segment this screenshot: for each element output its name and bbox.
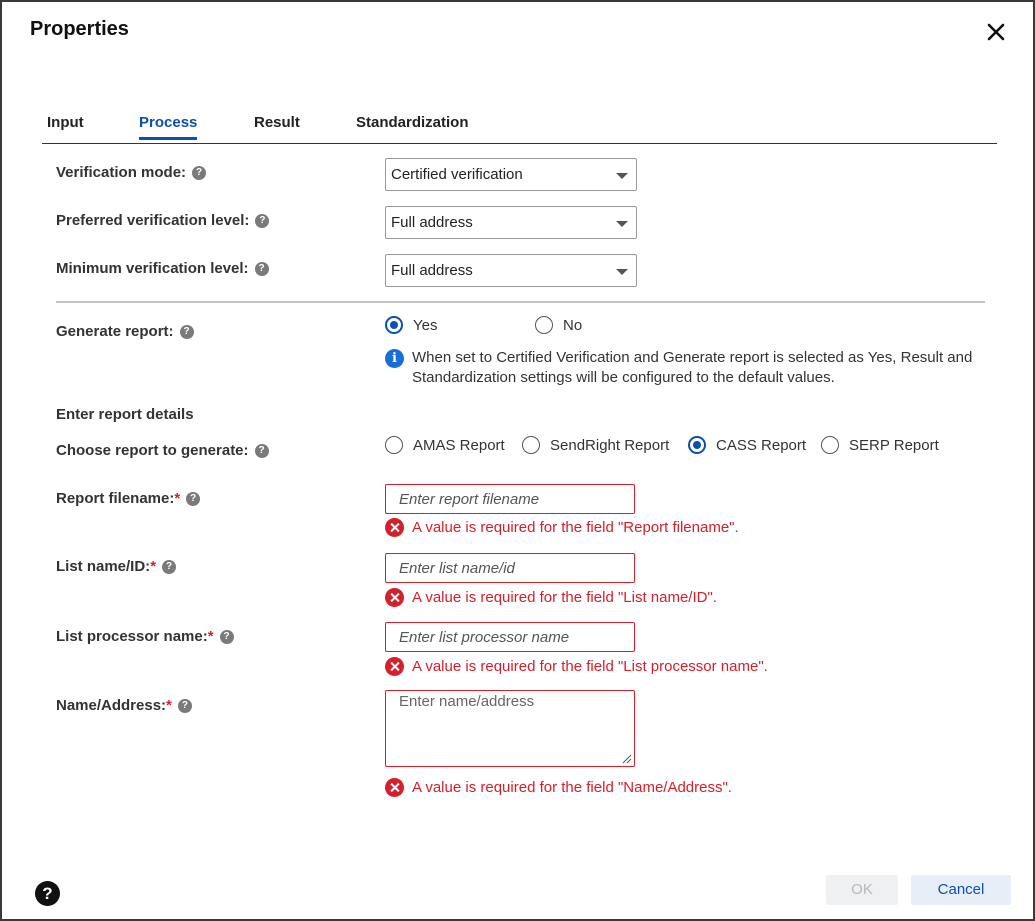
error-icon <box>385 518 404 537</box>
preferred-level-select[interactable]: Full address <box>385 206 637 239</box>
verification-mode-select[interactable]: Certified verification <box>385 158 637 191</box>
name-address-label: Name/Address:*? <box>56 697 192 714</box>
report-filename-error: A value is required for the field "Repor… <box>385 518 739 537</box>
help-icon[interactable]: ? <box>255 214 270 228</box>
generate-report-yes-radio[interactable]: Yes <box>385 316 437 334</box>
report-serp-radio[interactable]: SERP Report <box>821 436 939 454</box>
close-icon[interactable] <box>983 19 1009 45</box>
report-details-heading: Enter report details <box>56 406 194 423</box>
help-icon[interactable]: ? <box>192 166 207 180</box>
cancel-button[interactable]: Cancel <box>911 875 1011 905</box>
help-icon[interactable]: ? <box>162 560 177 574</box>
properties-dialog: Properties Input Process Result Standard… <box>0 0 1035 921</box>
chevron-down-icon <box>616 173 628 179</box>
tab-input[interactable]: Input <box>47 114 84 137</box>
preferred-level-value: Full address <box>391 214 473 231</box>
ok-button[interactable]: OK <box>826 875 898 905</box>
info-icon: i <box>385 349 404 368</box>
list-processor-error: A value is required for the field "List … <box>385 657 768 676</box>
help-circle-icon[interactable]: ? <box>35 881 60 906</box>
radio-unchecked-icon <box>385 436 403 454</box>
help-icon[interactable]: ? <box>219 630 234 644</box>
report-filename-input[interactable] <box>385 484 635 514</box>
list-name-error: A value is required for the field "List … <box>385 588 717 607</box>
tab-bar: Input Process Result Standardization <box>42 110 997 144</box>
error-icon <box>385 588 404 607</box>
minimum-level-value: Full address <box>391 262 473 279</box>
report-filename-label: Report filename:*? <box>56 490 201 507</box>
tab-standardization[interactable]: Standardization <box>356 114 469 137</box>
help-icon[interactable]: ? <box>254 262 269 276</box>
tab-process[interactable]: Process <box>139 114 198 140</box>
list-name-input[interactable] <box>385 553 635 583</box>
generate-report-info: i When set to Certified Verification and… <box>385 348 995 388</box>
minimum-level-select[interactable]: Full address <box>385 254 637 287</box>
name-address-error: A value is required for the field "Name/… <box>385 778 732 797</box>
name-address-textarea[interactable] <box>385 690 635 767</box>
radio-checked-icon <box>688 436 706 454</box>
generate-report-no-radio[interactable]: No <box>535 316 582 334</box>
chevron-down-icon <box>616 221 628 227</box>
report-amas-radio[interactable]: AMAS Report <box>385 436 505 454</box>
radio-unchecked-icon <box>522 436 540 454</box>
radio-checked-icon <box>385 316 403 334</box>
preferred-level-label: Preferred verification level:? <box>56 212 270 229</box>
choose-report-label: Choose report to generate:? <box>56 442 269 459</box>
error-icon <box>385 778 404 797</box>
section-divider <box>56 301 985 303</box>
info-text: When set to Certified Verification and G… <box>412 349 973 386</box>
help-icon[interactable]: ? <box>254 444 269 458</box>
list-name-label: List name/ID:*? <box>56 558 177 575</box>
resize-grip-icon[interactable] <box>621 753 632 764</box>
radio-unchecked-icon <box>821 436 839 454</box>
report-cass-radio[interactable]: CASS Report <box>688 436 806 454</box>
generate-report-label: Generate report:? <box>56 323 194 340</box>
help-icon[interactable]: ? <box>186 492 201 506</box>
error-icon <box>385 657 404 676</box>
verification-mode-value: Certified verification <box>391 166 523 183</box>
report-sendright-radio[interactable]: SendRight Report <box>522 436 669 454</box>
chevron-down-icon <box>616 269 628 275</box>
list-processor-label: List processor name:*? <box>56 628 234 645</box>
dialog-title: Properties <box>30 18 129 40</box>
tab-result[interactable]: Result <box>254 114 300 137</box>
radio-unchecked-icon <box>535 316 553 334</box>
verification-mode-label: Verification mode:? <box>56 164 207 181</box>
list-processor-input[interactable] <box>385 622 635 652</box>
minimum-level-label: Minimum verification level:? <box>56 260 269 277</box>
help-icon[interactable]: ? <box>177 699 192 713</box>
help-icon[interactable]: ? <box>179 325 194 339</box>
